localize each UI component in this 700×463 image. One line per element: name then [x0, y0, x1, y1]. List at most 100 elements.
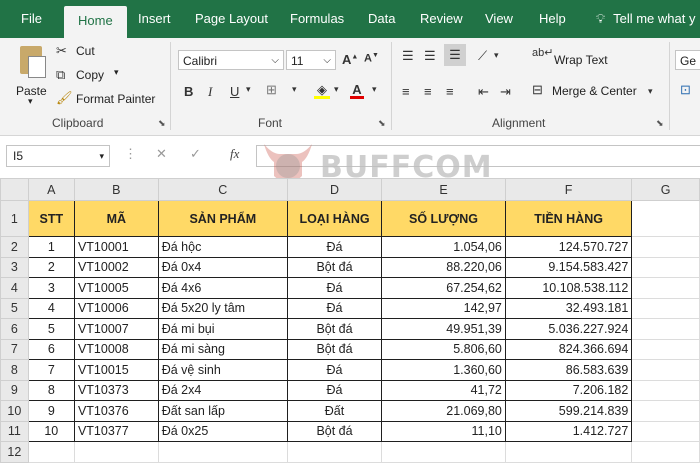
cell[interactable]	[631, 400, 700, 422]
row-header[interactable]: 1	[0, 200, 29, 237]
cell-stt[interactable]: 6	[27, 338, 75, 360]
tab-data[interactable]: Data	[368, 0, 395, 38]
font-size-dropdown[interactable]: 11 ⌵	[286, 50, 336, 70]
header-cell-san-pham[interactable]: SẢN PHẨM	[157, 200, 288, 237]
formula-input[interactable]	[256, 145, 700, 167]
cell-ma[interactable]: VT10373	[73, 379, 159, 401]
cell-stt[interactable]: 4	[27, 297, 75, 319]
row-header[interactable]: 2	[0, 236, 29, 258]
column-header-b[interactable]: B	[73, 178, 159, 201]
currency-format-icon[interactable]: ⊡	[680, 82, 691, 98]
copy-icon[interactable]: ⧉	[56, 67, 65, 83]
row-header[interactable]: 9	[0, 379, 29, 401]
cell-san-pham[interactable]: Đá 5x20 ly tâm	[157, 297, 288, 319]
row-header[interactable]: 6	[0, 318, 29, 340]
cell-loai-hang[interactable]: Đá	[286, 379, 383, 401]
row-header[interactable]: 8	[0, 359, 29, 381]
cell-san-pham[interactable]: Đá 0x25	[157, 420, 288, 442]
cell-loai-hang[interactable]: Đất	[286, 400, 383, 422]
cell-stt[interactable]: 8	[27, 379, 75, 401]
cell-loai-hang[interactable]: Đá	[286, 359, 383, 381]
top-align-icon[interactable]: ☰	[402, 48, 414, 64]
cell-stt[interactable]: 9	[27, 400, 75, 422]
increase-indent-icon[interactable]: ⇥	[500, 84, 511, 100]
cell-ma[interactable]: VT10002	[73, 256, 159, 278]
cell-tien-hang[interactable]: 124.570.727	[504, 236, 633, 258]
cell-san-pham[interactable]: Đất san lấp	[157, 400, 288, 422]
row-header[interactable]: 11	[0, 420, 29, 442]
cell-so-luong[interactable]: 142,97	[381, 297, 506, 319]
cell-stt[interactable]: 10	[27, 420, 75, 442]
cell-tien-hang[interactable]: 599.214.839	[504, 400, 633, 422]
header-cell-loai-hang[interactable]: LOẠI HÀNG	[286, 200, 383, 237]
cell-tien-hang[interactable]: 7.206.182	[504, 379, 633, 401]
align-left-icon[interactable]: ≡	[402, 84, 410, 99]
bottom-align-icon[interactable]: ☰	[444, 44, 466, 66]
format-painter-button[interactable]: Format Painter	[76, 92, 155, 106]
header-cell-so-luong[interactable]: SỐ LƯỢNG	[381, 200, 506, 237]
cell[interactable]	[631, 420, 700, 442]
row-header[interactable]: 12	[0, 441, 29, 463]
chevron-down-icon[interactable]: ▾	[648, 86, 653, 97]
cell-san-pham[interactable]: Đá 2x4	[157, 379, 288, 401]
merge-center-button[interactable]: Merge & Center	[552, 84, 637, 98]
cell-tien-hang[interactable]: 5.036.227.924	[504, 318, 633, 340]
increase-font-icon[interactable]: A▲	[342, 52, 358, 67]
cell[interactable]	[286, 441, 383, 463]
cell-loai-hang[interactable]: Đá	[286, 236, 383, 258]
cell-so-luong[interactable]: 21.069,80	[381, 400, 506, 422]
font-name-dropdown[interactable]: Calibri ⌵	[178, 50, 284, 70]
column-header-a[interactable]: A	[27, 178, 75, 201]
cell-so-luong[interactable]: 5.806,60	[381, 338, 506, 360]
wrap-text-button[interactable]: Wrap Text	[554, 53, 608, 67]
chevron-down-icon[interactable]: ▾	[114, 67, 119, 78]
column-header-g[interactable]: G	[631, 178, 700, 201]
align-center-icon[interactable]: ≡	[424, 84, 432, 99]
cell-ma[interactable]: VT10007	[73, 318, 159, 340]
wrap-text-icon[interactable]: ab↵	[532, 46, 553, 59]
italic-icon[interactable]: I	[208, 84, 212, 100]
merge-center-icon[interactable]: ⊟	[532, 82, 543, 98]
cell-ma[interactable]: VT10008	[73, 338, 159, 360]
cell-tien-hang[interactable]: 1.412.727	[504, 420, 633, 442]
cell-ma[interactable]: VT10015	[73, 359, 159, 381]
enter-icon[interactable]: ✓	[190, 146, 201, 162]
cell-so-luong[interactable]: 88.220,06	[381, 256, 506, 278]
cell-loai-hang[interactable]: Bột đá	[286, 420, 383, 442]
orientation-icon[interactable]: ⟋	[478, 48, 487, 64]
header-cell-ma[interactable]: MÃ	[73, 200, 159, 237]
cell[interactable]	[27, 441, 75, 463]
cell-stt[interactable]: 7	[27, 359, 75, 381]
decrease-font-icon[interactable]: A▼	[364, 52, 379, 65]
header-cell-tien-hang[interactable]: TIỀN HÀNG	[504, 200, 633, 237]
cell[interactable]	[631, 236, 700, 258]
cell-so-luong[interactable]: 41,72	[381, 379, 506, 401]
cell-tien-hang[interactable]: 9.154.583.427	[504, 256, 633, 278]
cell[interactable]	[631, 318, 700, 340]
row-header[interactable]: 4	[0, 277, 29, 299]
cell-tien-hang[interactable]: 32.493.181	[504, 297, 633, 319]
cell-san-pham[interactable]: Đá mi bụi	[157, 318, 288, 340]
cell-stt[interactable]: 3	[27, 277, 75, 299]
tab-help[interactable]: Help	[539, 0, 566, 38]
paintbrush-icon[interactable]: 🖌︎	[56, 90, 73, 106]
cell-ma[interactable]: VT10001	[73, 236, 159, 258]
cell-tien-hang[interactable]: 10.108.538.112	[504, 277, 633, 299]
dialog-launcher-icon[interactable]: ⬊	[158, 118, 166, 129]
cell[interactable]	[631, 200, 700, 237]
cell[interactable]	[631, 379, 700, 401]
fill-color-icon[interactable]: ◈	[314, 82, 330, 99]
tab-insert[interactable]: Insert	[138, 0, 171, 38]
borders-icon[interactable]: ⊞	[266, 82, 277, 98]
font-color-icon[interactable]: A	[350, 82, 364, 99]
dialog-launcher-icon[interactable]: ⬊	[656, 118, 664, 129]
cell[interactable]	[631, 256, 700, 278]
column-header-e[interactable]: E	[381, 178, 506, 201]
name-box[interactable]: I5 ▾	[6, 145, 110, 167]
cell-ma[interactable]: VT10377	[73, 420, 159, 442]
cell-loai-hang[interactable]: Bột đá	[286, 338, 383, 360]
cell-loai-hang[interactable]: Bột đá	[286, 318, 383, 340]
cell-so-luong[interactable]: 1.360,60	[381, 359, 506, 381]
dialog-launcher-icon[interactable]: ⬊	[378, 118, 386, 129]
cell-ma[interactable]: VT10376	[73, 400, 159, 422]
